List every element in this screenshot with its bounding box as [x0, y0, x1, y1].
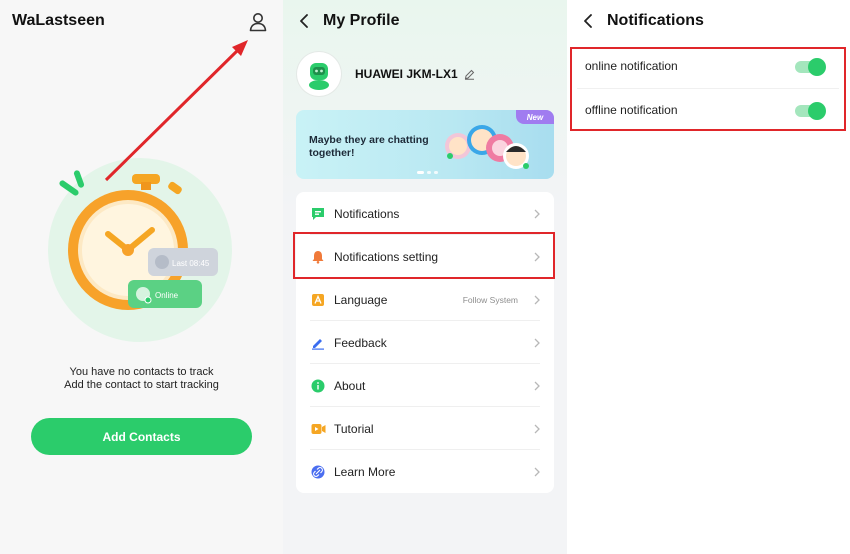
page-title: Notifications: [607, 12, 704, 29]
menu-label: Feedback: [334, 335, 387, 350]
info-icon: [310, 378, 326, 394]
pen-icon: [310, 335, 326, 351]
user-icon[interactable]: [246, 10, 270, 34]
language-value: Follow System: [462, 294, 518, 305]
app-title: WaLastseen: [12, 12, 105, 29]
menu-label: Language: [334, 292, 388, 307]
menu-label: Notifications: [334, 206, 400, 221]
video-icon: [310, 421, 326, 437]
page-title: My Profile: [323, 12, 400, 29]
menu-label: Learn More: [334, 464, 396, 479]
online-notification-toggle[interactable]: [795, 58, 826, 76]
banner-pagination: [417, 171, 438, 174]
chevron-right-icon: [532, 338, 542, 348]
empty-line-1: You have no contacts to track: [69, 366, 214, 378]
menu-item-language[interactable]: Language Follow System: [296, 278, 554, 321]
menu-item-about[interactable]: About: [296, 364, 554, 407]
divider: [577, 88, 839, 89]
menu-item-notifications-setting[interactable]: Notifications setting: [296, 235, 554, 278]
menu-item-feedback[interactable]: Feedback: [296, 321, 554, 364]
empty-line-2: Add the contact to start tracking: [64, 379, 219, 391]
chevron-right-icon: [532, 209, 542, 219]
chevron-right-icon: [532, 381, 542, 391]
last-seen-label: Last 08:45: [172, 259, 210, 268]
back-icon[interactable]: [579, 12, 597, 30]
people-illustration: [445, 125, 529, 169]
chevron-right-icon: [532, 295, 542, 305]
back-icon[interactable]: [295, 12, 313, 30]
link-icon: [310, 464, 326, 480]
bell-icon: [310, 249, 326, 265]
menu-item-learn-more[interactable]: Learn More: [296, 450, 554, 493]
stopwatch-illustration: Last 08:45 Online: [40, 150, 240, 350]
avatar: [297, 52, 341, 96]
promo-banner[interactable]: Maybe they are chatting together! New: [296, 110, 554, 179]
notifications-icon: [310, 206, 326, 222]
profile-menu: Notifications Notifications setting Lang…: [296, 192, 554, 493]
notifications-header: Notifications: [579, 12, 704, 30]
device-name: HUAWEI JKM-LX1: [355, 67, 458, 81]
offline-notification-toggle[interactable]: [795, 102, 826, 120]
banner-text: Maybe they are chatting together!: [309, 134, 429, 159]
menu-label: Tutorial: [334, 421, 374, 436]
add-contacts-button[interactable]: Add Contacts: [31, 418, 252, 455]
notifications-screen: Notifications online notification offlin…: [567, 0, 850, 554]
chevron-right-icon: [532, 424, 542, 434]
toggle-label: offline notification: [585, 103, 678, 117]
chevron-right-icon: [532, 467, 542, 477]
online-label: Online: [155, 291, 179, 300]
device-profile: HUAWEI JKM-LX1: [297, 52, 476, 96]
offline-notification-row: offline notification: [585, 90, 839, 130]
language-icon: [310, 292, 326, 308]
home-screen: WaLastseen Last 08:45 Online You have no…: [0, 0, 283, 554]
empty-state-text: You have no contacts to track Add the co…: [0, 366, 283, 392]
menu-item-tutorial[interactable]: Tutorial: [296, 407, 554, 450]
profile-header: My Profile: [295, 12, 399, 30]
toggle-label: online notification: [585, 59, 678, 73]
edit-icon[interactable]: [464, 68, 476, 80]
menu-label: About: [334, 378, 366, 393]
profile-screen: My Profile HUAWEI JKM-LX1 Maybe they are…: [283, 0, 567, 554]
online-notification-row: online notification: [585, 46, 839, 86]
menu-item-notifications[interactable]: Notifications: [296, 192, 554, 235]
menu-label: Notifications setting: [334, 249, 439, 264]
chevron-right-icon: [532, 252, 542, 262]
